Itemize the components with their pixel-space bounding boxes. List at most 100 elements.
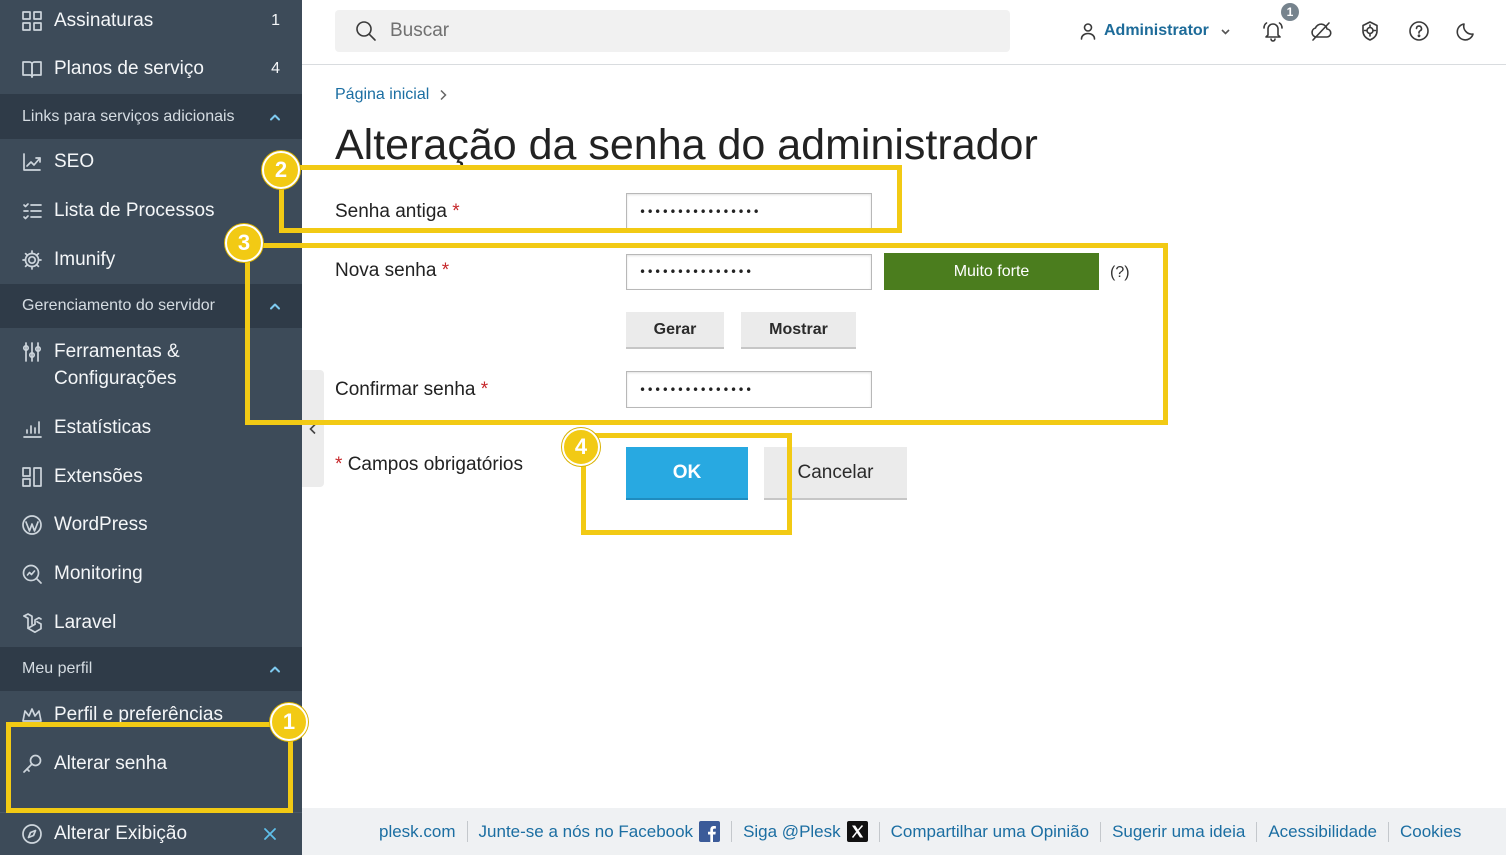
- footer-link-cookies[interactable]: Cookies: [1388, 821, 1472, 842]
- sidebar-item-extensions[interactable]: Extensões: [0, 453, 302, 501]
- footer-link-x[interactable]: Siga @Plesk: [731, 821, 879, 842]
- footer-link-text: Cookies: [1400, 821, 1462, 841]
- sidebar-item-label: Perfil e preferências: [54, 704, 223, 725]
- collapse-sidebar-handle[interactable]: [302, 370, 324, 487]
- user-icon: [1079, 22, 1097, 40]
- confirm-password-field[interactable]: [626, 371, 872, 408]
- sidebar-section-title: Links para serviços adicionais: [22, 107, 235, 125]
- chevron-down-icon[interactable]: [1221, 27, 1230, 36]
- dark-mode-icon[interactable]: [1455, 19, 1479, 43]
- sidebar-item-label: Monitoring: [54, 563, 143, 584]
- password-strength-help-link[interactable]: (?): [1110, 262, 1130, 284]
- x-logo-icon: [846, 821, 868, 842]
- chevron-up-icon: [268, 662, 282, 676]
- sidebar-item-seo[interactable]: SEO: [0, 138, 302, 186]
- monitoring-icon: [21, 563, 43, 585]
- laravel-icon: [21, 612, 43, 634]
- chevron-left-icon: [309, 423, 316, 435]
- process-list-icon: [21, 200, 43, 222]
- header-divider: [302, 64, 1506, 65]
- help-icon[interactable]: [1407, 19, 1431, 43]
- grid-icon: [21, 10, 43, 32]
- footer-link-suggest-idea[interactable]: Sugerir uma ideia: [1100, 821, 1256, 842]
- footer-link-accessibility[interactable]: Acessibilidade: [1256, 821, 1388, 842]
- required-marker: *: [441, 260, 450, 281]
- sidebar-item-laravel[interactable]: Laravel: [0, 599, 302, 647]
- required-fields-text: Campos obrigatórios: [347, 454, 523, 475]
- sidebar-section-title: Gerenciamento do servidor: [22, 297, 215, 314]
- sidebar-item-label: Alterar senha: [54, 753, 168, 774]
- confirm-password-label: Confirmar senha *: [335, 378, 488, 402]
- chevron-up-icon: [268, 110, 282, 124]
- sidebar-item-label: WordPress: [54, 514, 148, 535]
- search-placeholder: Buscar: [390, 20, 450, 41]
- sidebar-item-change-password[interactable]: Alterar senha: [0, 740, 302, 788]
- book-icon: [21, 58, 43, 80]
- sidebar-item-label: Laravel: [54, 612, 117, 633]
- sidebar-item-label: Assinaturas: [54, 10, 154, 31]
- close-icon[interactable]: [263, 827, 277, 841]
- user-menu[interactable]: Administrator: [1104, 21, 1209, 41]
- required-marker: *: [335, 454, 343, 475]
- page-title: Alteração da senha do administrador: [335, 121, 1038, 169]
- breadcrumb: Página inicial: [335, 85, 448, 105]
- required-fields-note: * Campos obrigatórios: [335, 453, 523, 477]
- search-icon: [355, 20, 377, 42]
- chevron-up-icon: [268, 299, 282, 313]
- old-password-field[interactable]: [626, 193, 872, 230]
- imunify-shield-icon[interactable]: [1358, 19, 1382, 43]
- sidebar-item-wordpress[interactable]: WordPress: [0, 501, 302, 549]
- old-password-label: Senha antiga *: [335, 200, 460, 224]
- old-password-label-text: Senha antiga: [335, 201, 447, 222]
- footer-link-text: Siga @Plesk: [743, 821, 841, 841]
- profile-crown-icon: [21, 704, 43, 726]
- cloud-off-icon[interactable]: [1309, 19, 1333, 43]
- sidebar-section-my-profile[interactable]: Meu perfil: [0, 647, 302, 691]
- annotation-number-1: 1: [270, 703, 308, 741]
- required-marker: *: [452, 201, 460, 222]
- ok-button[interactable]: OK: [626, 447, 748, 500]
- cancel-button[interactable]: Cancelar: [764, 447, 907, 500]
- sidebar-section-additional-links[interactable]: Links para serviços adicionais: [0, 94, 302, 139]
- sidebar-item-count: 4: [271, 60, 280, 77]
- sidebar-item-count: 1: [271, 12, 280, 29]
- sidebar-item-statistics[interactable]: Estatísticas: [0, 404, 302, 452]
- sidebar-item-profile-preferences[interactable]: Perfil e preferências: [0, 691, 302, 739]
- footer-link-share-opinion[interactable]: Compartilhar uma Opinião: [878, 821, 1100, 842]
- extensions-icon: [21, 466, 43, 488]
- breadcrumb-home-link[interactable]: Página inicial: [335, 85, 429, 105]
- sidebar-item-label: Lista de Processos: [54, 200, 215, 221]
- key-icon: [21, 753, 43, 775]
- sidebar-item-tools-settings[interactable]: Ferramentas & Configurações: [0, 339, 302, 395]
- footer-link-text: plesk.com: [379, 821, 456, 841]
- annotation-number-2: 2: [262, 151, 300, 189]
- footer-link-text: Junte-se a nós no Facebook: [478, 821, 694, 841]
- annotation-number-4: 4: [562, 428, 600, 466]
- wordpress-icon: [21, 514, 43, 536]
- annotation-number-3: 3: [225, 224, 263, 262]
- new-password-field[interactable]: [626, 254, 872, 290]
- sidebar-item-service-plans[interactable]: Planos de serviço 4: [0, 45, 302, 93]
- show-password-button[interactable]: Mostrar: [741, 312, 856, 349]
- sidebar-item-monitoring[interactable]: Monitoring: [0, 550, 302, 598]
- generate-password-button[interactable]: Gerar: [626, 312, 724, 349]
- sidebar-section-server-management[interactable]: Gerenciamento do servidor: [0, 284, 302, 328]
- notifications-icon[interactable]: [1261, 19, 1285, 43]
- statistics-icon: [21, 417, 43, 439]
- sidebar-item-label: Extensões: [54, 466, 143, 487]
- sidebar-item-process-list[interactable]: Lista de Processos: [0, 187, 302, 235]
- new-password-label: Nova senha *: [335, 259, 449, 283]
- change-view-bar[interactable]: Alterar Exibição: [0, 812, 302, 855]
- sidebar-item-subscriptions[interactable]: Assinaturas 1: [0, 0, 302, 45]
- footer-link-text: Sugerir uma ideia: [1112, 821, 1246, 841]
- confirm-password-label-text: Confirmar senha: [335, 379, 476, 400]
- sidebar-item-label: Imunify: [54, 249, 116, 270]
- chevron-right-icon: [438, 89, 448, 101]
- tools-settings-icon: [21, 341, 43, 363]
- footer-link-facebook[interactable]: Junte-se a nós no Facebook: [466, 821, 732, 842]
- change-view-label: Alterar Exibição: [54, 823, 188, 844]
- sidebar-section-title: Meu perfil: [22, 660, 93, 677]
- sidebar-item-label: SEO: [54, 151, 95, 172]
- footer-link-plesk[interactable]: plesk.com: [368, 822, 467, 842]
- search-box[interactable]: Buscar: [335, 10, 1010, 52]
